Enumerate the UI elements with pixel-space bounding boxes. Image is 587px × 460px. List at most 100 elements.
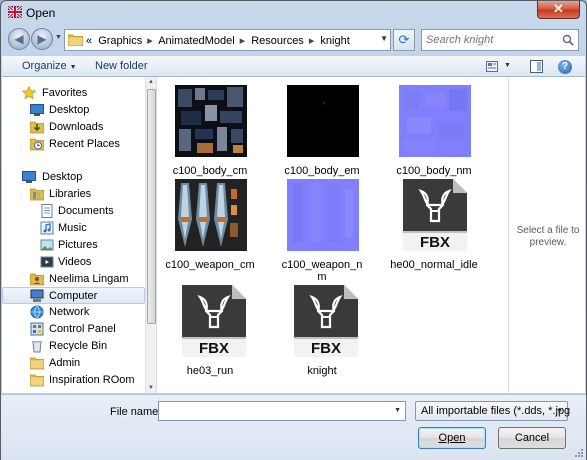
file-item[interactable]: FBX he03_run	[160, 285, 260, 385]
chevron-right-icon[interactable]: ▸	[309, 35, 315, 47]
nav-item-pictures[interactable]: Pictures	[2, 237, 145, 254]
file-name-line-2: m	[317, 271, 327, 283]
file-name-input[interactable]	[162, 403, 387, 419]
window-title: Open	[26, 6, 56, 20]
folder-icon	[68, 34, 83, 46]
nav-item-downloads[interactable]: Downloads	[2, 119, 145, 136]
new-folder-button[interactable]: New folder	[95, 60, 148, 72]
chevron-right-icon[interactable]: ▸	[240, 35, 246, 47]
close-button[interactable]: ✕	[537, 1, 580, 19]
fbx-logo-icon	[418, 188, 452, 223]
cancel-button[interactable]: Cancel	[498, 427, 566, 449]
file-item[interactable]: c100_weapon_cm	[160, 179, 260, 279]
nav-item-label: Libraries	[49, 188, 92, 200]
search-icon[interactable]	[562, 34, 574, 46]
nav-item-recent-places[interactable]: Recent Places	[2, 136, 145, 153]
breadcrumb-animatedmodel[interactable]: AnimatedModel	[158, 35, 234, 47]
breadcrumb-resources[interactable]: Resources	[251, 35, 304, 47]
fbx-badge: FBX	[294, 337, 358, 357]
breadcrumb-knight[interactable]: knight	[320, 35, 349, 47]
nav-item-label: Network	[49, 306, 90, 318]
nav-item-network[interactable]: Network	[2, 304, 145, 321]
file-item[interactable]: FBX knight	[272, 285, 372, 385]
control-panel-icon	[30, 322, 44, 336]
organize-label: Organize	[22, 60, 67, 72]
refresh-button[interactable]: ⟳	[393, 29, 415, 51]
organize-button[interactable]: Organize ▼	[22, 60, 77, 72]
file-item[interactable]: c100_weapon_n m	[272, 179, 372, 289]
app-icon	[8, 6, 22, 18]
nav-item-admin[interactable]: Admin	[2, 355, 145, 372]
nav-item-label: Control Panel	[49, 323, 116, 335]
file-name-label: File name:	[110, 406, 162, 418]
address-bar[interactable]: « Graphics ▸ AnimatedModel ▸ Resources ▸ kn…	[64, 29, 391, 51]
nav-item-favorites[interactable]: Favorites	[2, 85, 145, 102]
nav-item-computer[interactable]: Computer	[2, 287, 145, 304]
nav-item-documents[interactable]: Documents	[2, 203, 145, 220]
open-button-label: Open	[438, 432, 466, 444]
pictures-icon	[40, 239, 54, 251]
breadcrumb-overflow[interactable]: «	[86, 35, 92, 47]
nav-item-label: Desktop	[42, 171, 83, 183]
scrollbar-thumb[interactable]	[147, 89, 156, 324]
file-name: he00_normal_idle	[390, 259, 478, 271]
file-item[interactable]: c100_body_nm	[384, 85, 484, 185]
change-view-icon[interactable]	[486, 61, 498, 72]
preview-placeholder: Select a file to preview.	[516, 225, 580, 248]
nav-item-music[interactable]: Music	[2, 220, 145, 237]
file-name: he03_run	[186, 365, 234, 377]
nav-item-label: Neelima Lingam	[49, 273, 129, 285]
command-toolbar: Organize ▼ New folder ▼ ?	[2, 55, 585, 77]
file-type-filter[interactable]: All importable files (*.dds, *.jpg ▼	[415, 401, 571, 421]
address-dropdown-icon[interactable]: ▼	[380, 34, 388, 43]
user-folder-icon	[30, 273, 44, 286]
nav-item-label: Inspiration ROom	[49, 374, 135, 386]
breadcrumb: « Graphics ▸ AnimatedModel ▸ Resources ▸ kn…	[86, 34, 353, 47]
navigation-pane: Favorites Desktop Downloads Recent Place…	[2, 77, 157, 393]
scroll-up-icon[interactable]: ▲	[148, 79, 154, 85]
star-icon	[22, 86, 36, 100]
preview-pane-icon[interactable]	[530, 60, 543, 73]
texture-thumbnail	[287, 85, 359, 157]
nav-item-label: Computer	[49, 290, 98, 302]
network-icon	[30, 305, 44, 319]
folder-icon	[30, 357, 44, 370]
nav-item-label: Pictures	[58, 239, 98, 251]
open-button[interactable]: Open	[418, 427, 486, 449]
view-options-dropdown-icon[interactable]: ▼	[504, 62, 511, 69]
file-item[interactable]: c100_body_em	[272, 85, 372, 185]
nav-item-videos[interactable]: Videos	[2, 254, 145, 271]
nav-item-desktop-root[interactable]: Desktop	[2, 169, 145, 186]
search-input[interactable]	[426, 33, 556, 47]
nav-item-desktop[interactable]: Desktop	[2, 102, 145, 119]
fbx-file-icon: FBX	[182, 285, 246, 357]
file-name: c100_weapon_cm	[165, 259, 255, 271]
nav-item-inspiration-room[interactable]: Inspiration ROom	[2, 372, 145, 389]
file-item[interactable]: FBX he00_normal_idle	[384, 179, 484, 279]
chevron-right-icon[interactable]: ▸	[147, 35, 153, 47]
resize-grip-icon[interactable]	[574, 448, 584, 458]
help-icon[interactable]: ?	[558, 60, 572, 74]
breadcrumb-graphics[interactable]: Graphics	[98, 35, 142, 47]
scroll-down-icon[interactable]: ▼	[148, 385, 154, 391]
nav-item-control-panel[interactable]: Control Panel	[2, 321, 145, 338]
libraries-icon	[30, 188, 44, 201]
navigation-scrollbar[interactable]: ▲ ▼	[145, 77, 156, 393]
nav-item-label: Recycle Bin	[49, 340, 108, 352]
search-box	[421, 29, 579, 51]
recent-locations-dropdown-icon[interactable]: ▼	[55, 34, 62, 41]
nav-item-label: Music	[58, 222, 87, 234]
nav-item-recycle-bin[interactable]: Recycle Bin	[2, 338, 145, 355]
chevron-down-icon: ▼	[556, 408, 563, 415]
chevron-down-icon[interactable]: ▼	[394, 407, 401, 414]
forward-button[interactable]: ▶	[31, 28, 53, 50]
nav-item-user-folder[interactable]: Neelima Lingam	[2, 271, 145, 288]
file-name: c100_weapon_n m	[272, 259, 372, 283]
file-type-label: All importable files (*.dds, *.jpg	[421, 405, 571, 417]
title-bar: Open ✕	[1, 1, 586, 25]
navigation-bar: ◀ ▶ ▼ « Graphics ▸ AnimatedModel ▸ Resourc…	[1, 25, 586, 53]
content-area: Favorites Desktop Downloads Recent Place…	[2, 77, 585, 393]
back-button[interactable]: ◀	[8, 28, 30, 50]
file-item[interactable]: c100_body_cm	[160, 85, 260, 185]
nav-item-libraries[interactable]: Libraries	[2, 186, 145, 203]
